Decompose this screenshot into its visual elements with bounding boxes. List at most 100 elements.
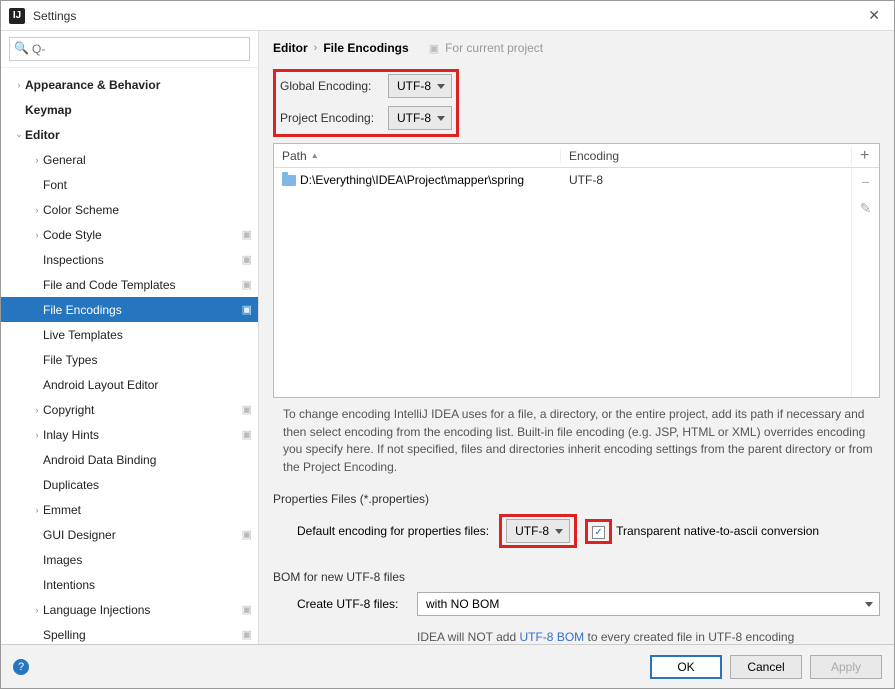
sidebar-item-copyright[interactable]: ›Copyright ▣ xyxy=(1,397,258,422)
sidebar-item-font[interactable]: Font xyxy=(1,172,258,197)
chevron-icon: › xyxy=(31,505,43,515)
sidebar-item-duplicates[interactable]: Duplicates xyxy=(1,472,258,497)
search-box: 🔍 xyxy=(9,37,250,61)
properties-encoding-label: Default encoding for properties files: xyxy=(297,524,489,538)
sidebar-item-gui-designer[interactable]: GUI Designer▣ xyxy=(1,522,258,547)
encoding-form: Global Encoding: UTF-8 Project Encoding:… xyxy=(273,69,880,137)
sidebar-item-label: Images xyxy=(43,553,252,567)
sidebar-item-label: GUI Designer xyxy=(43,528,238,542)
sidebar-item-file-types[interactable]: File Types xyxy=(1,347,258,372)
ok-button[interactable]: OK xyxy=(650,655,722,679)
sidebar-item-label: Inspections xyxy=(43,253,238,267)
sidebar-item-appearance-behavior[interactable]: ›Appearance & Behavior xyxy=(1,72,258,97)
project-encoding-label: Project Encoding: xyxy=(280,111,388,125)
sidebar-item-label: Android Layout Editor xyxy=(43,378,252,392)
breadcrumb-editor: Editor xyxy=(273,41,308,55)
sidebar-item-label: Color Scheme xyxy=(43,203,252,217)
sidebar-item-general[interactable]: ›General xyxy=(1,147,258,172)
transparent-ascii-label: Transparent native-to-ascii conversion xyxy=(616,524,819,538)
transparent-ascii-checkbox[interactable]: ✓ xyxy=(592,526,605,539)
search-icon: 🔍 xyxy=(14,41,29,55)
sidebar-item-label: File Types xyxy=(43,353,252,367)
add-row-button[interactable]: + xyxy=(851,147,879,165)
project-encoding-dropdown[interactable]: UTF-8 xyxy=(388,106,452,130)
bom-note: IDEA will NOT add UTF-8 BOM to every cre… xyxy=(273,630,880,644)
sidebar-item-label: Language Injections xyxy=(43,603,238,617)
chevron-icon: › xyxy=(31,155,43,165)
project-scope-icon: ▣ xyxy=(242,403,252,416)
utf8-bom-link[interactable]: UTF-8 BOM xyxy=(519,630,584,644)
project-scope-icon: ▣ xyxy=(242,428,252,441)
properties-encoding-dropdown[interactable]: UTF-8 xyxy=(506,519,570,543)
chevron-icon: ⌄ xyxy=(13,129,25,140)
bom-row: Create UTF-8 files: with NO BOM xyxy=(273,592,880,616)
settings-tree[interactable]: ›Appearance & BehaviorKeymap⌄Editor›Gene… xyxy=(1,68,258,644)
global-encoding-dropdown[interactable]: UTF-8 xyxy=(388,74,452,98)
close-icon[interactable]: ✕ xyxy=(862,7,886,24)
sidebar-item-label: Appearance & Behavior xyxy=(25,78,252,92)
window-title: Settings xyxy=(33,9,862,23)
chevron-icon: › xyxy=(31,205,43,215)
sidebar-item-editor[interactable]: ⌄Editor xyxy=(1,122,258,147)
chevron-icon: › xyxy=(31,430,43,440)
sidebar-item-color-scheme[interactable]: ›Color Scheme xyxy=(1,197,258,222)
col-encoding[interactable]: Encoding xyxy=(561,149,851,163)
sidebar-item-label: Live Templates xyxy=(43,328,252,342)
chevron-icon: › xyxy=(13,80,25,90)
search-input[interactable] xyxy=(9,37,250,61)
sidebar-item-label: Emmet xyxy=(43,503,252,517)
main-panel: Editor › File Encodings ▣ For current pr… xyxy=(259,31,894,644)
sidebar-item-label: Copyright xyxy=(43,403,238,417)
sort-asc-icon: ▲ xyxy=(311,151,319,160)
project-scope-icon: ▣ xyxy=(242,303,252,316)
sidebar-item-label: Code Style xyxy=(43,228,238,242)
global-encoding-label: Global Encoding: xyxy=(280,79,388,93)
sidebar-item-images[interactable]: Images xyxy=(1,547,258,572)
sidebar-item-language-injections[interactable]: ›Language Injections ▣ xyxy=(1,597,258,622)
help-icon[interactable]: ? xyxy=(13,659,29,675)
sidebar-item-android-data-binding[interactable]: Android Data Binding xyxy=(1,447,258,472)
project-scope-icon: ▣ xyxy=(429,42,439,55)
encoding-table: Path▲ Encoding + D:\Everything\IDEA\Proj… xyxy=(273,143,880,398)
sidebar-item-label: Intentions xyxy=(43,578,252,592)
remove-row-button[interactable]: − xyxy=(861,174,869,190)
sidebar-item-label: General xyxy=(43,153,252,167)
sidebar-item-label: Inlay Hints xyxy=(43,428,238,442)
sidebar-item-label: Editor xyxy=(25,128,252,142)
cancel-button[interactable]: Cancel xyxy=(730,655,802,679)
sidebar-item-inspections[interactable]: Inspections ▣ xyxy=(1,247,258,272)
project-scope-icon: ▣ xyxy=(242,278,252,291)
table-row[interactable]: D:\Everything\IDEA\Project\mapper\spring… xyxy=(274,168,851,192)
chevron-icon: › xyxy=(31,605,43,615)
sidebar-item-label: Font xyxy=(43,178,252,192)
encoding-cell[interactable]: UTF-8 xyxy=(561,173,851,187)
sidebar-item-android-layout-editor[interactable]: Android Layout Editor xyxy=(1,372,258,397)
edit-row-button[interactable]: ✎ xyxy=(860,200,872,217)
sidebar-item-live-templates[interactable]: Live Templates xyxy=(1,322,258,347)
project-scope-icon: ▣ xyxy=(242,603,252,616)
sidebar-item-intentions[interactable]: Intentions xyxy=(1,572,258,597)
properties-row: Default encoding for properties files: U… xyxy=(273,514,880,548)
sidebar-item-emmet[interactable]: ›Emmet xyxy=(1,497,258,522)
sidebar-item-inlay-hints[interactable]: ›Inlay Hints ▣ xyxy=(1,422,258,447)
project-scope-icon: ▣ xyxy=(242,628,252,641)
settings-window: IJ Settings ✕ 🔍 ›Appearance & BehaviorKe… xyxy=(0,0,895,689)
apply-button[interactable]: Apply xyxy=(810,655,882,679)
sidebar-item-file-encodings[interactable]: File Encodings▣ xyxy=(1,297,258,322)
encoding-hint: To change encoding IntelliJ IDEA uses fo… xyxy=(273,404,880,486)
sidebar-item-spelling[interactable]: Spelling▣ xyxy=(1,622,258,644)
body: 🔍 ›Appearance & BehaviorKeymap⌄Editor›Ge… xyxy=(1,31,894,644)
sidebar-item-code-style[interactable]: ›Code Style▣ xyxy=(1,222,258,247)
breadcrumb-note: For current project xyxy=(445,41,543,55)
project-scope-icon: ▣ xyxy=(242,253,252,266)
col-path[interactable]: Path▲ xyxy=(274,149,561,163)
create-utf8-dropdown[interactable]: with NO BOM xyxy=(417,592,880,616)
sidebar-item-label: Android Data Binding xyxy=(43,453,252,467)
sidebar-item-file-and-code-templates[interactable]: File and Code Templates▣ xyxy=(1,272,258,297)
bom-section-title: BOM for new UTF-8 files xyxy=(273,570,880,584)
sidebar: 🔍 ›Appearance & BehaviorKeymap⌄Editor›Ge… xyxy=(1,31,259,644)
sidebar-item-label: Keymap xyxy=(25,103,252,117)
sidebar-item-keymap[interactable]: Keymap xyxy=(1,97,258,122)
chevron-icon: › xyxy=(31,405,43,415)
chevron-icon: › xyxy=(31,230,43,240)
